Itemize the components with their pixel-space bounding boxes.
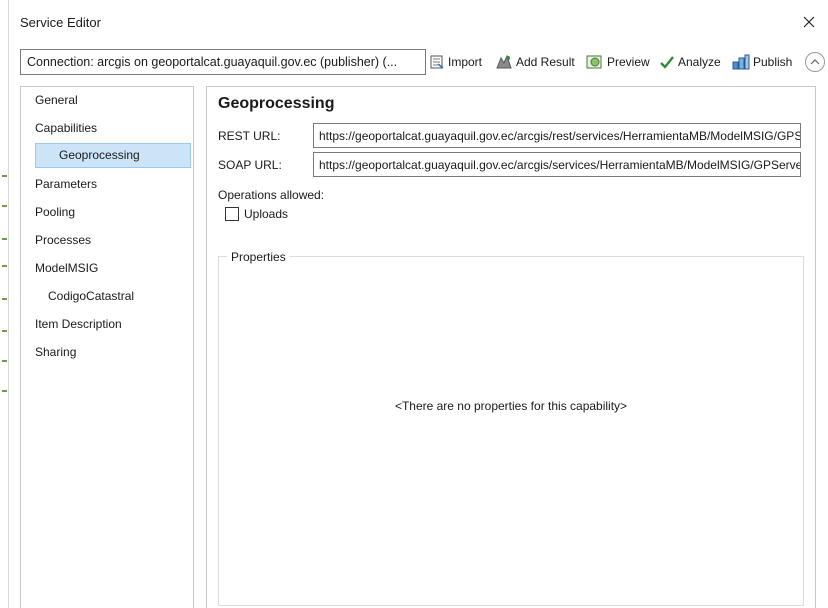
map-tick [2, 175, 7, 177]
content-panel: Geoprocessing REST URL: https://geoporta… [206, 86, 816, 608]
uploads-checkbox-row[interactable]: Uploads [225, 207, 288, 221]
import-icon [430, 55, 444, 69]
uploads-checkbox[interactable] [225, 207, 239, 221]
map-tick [2, 238, 7, 240]
nav-item-item-description[interactable]: Item Description [21, 312, 193, 337]
import-label: Import [448, 55, 483, 69]
nav-item-processes[interactable]: Processes [21, 228, 193, 253]
publish-button[interactable]: Publish [732, 51, 792, 73]
collapse-button[interactable] [805, 52, 825, 72]
map-tick [2, 330, 7, 332]
close-button[interactable] [798, 11, 820, 33]
properties-empty-message: <There are no properties for this capabi… [394, 399, 628, 413]
soap-url-field[interactable]: https://geoportalcat.guayaquil.gov.ec/ar… [313, 152, 801, 177]
add-result-button[interactable]: Add Result [495, 51, 575, 73]
nav-item-pooling[interactable]: Pooling [21, 200, 193, 225]
map-tick [2, 298, 7, 300]
service-editor-window: Service Editor Connection: arcgis on geo… [9, 0, 828, 608]
uploads-label: Uploads [244, 207, 289, 221]
nav-item-codigocatastral[interactable]: CodigoCatastral [21, 284, 193, 309]
rest-url-label: REST URL: [218, 129, 281, 143]
publish-label: Publish [753, 55, 793, 69]
soap-url-label: SOAP URL: [218, 158, 282, 172]
preview-label: Preview [607, 55, 650, 69]
nav-item-sharing[interactable]: Sharing [21, 340, 193, 365]
background-window-edge [0, 0, 9, 608]
properties-legend: Properties [227, 250, 290, 264]
nav-item-modelmsig[interactable]: ModelMSIG [21, 256, 193, 281]
map-tick [2, 265, 7, 267]
nav-item-general[interactable]: General [21, 88, 193, 113]
toolbar: Connection: arcgis on geoportalcat.guaya… [9, 47, 828, 77]
nav-item-parameters[interactable]: Parameters [21, 172, 193, 197]
properties-group: Properties <There are no properties for … [218, 250, 804, 606]
rest-url-field[interactable]: https://geoportalcat.guayaquil.gov.ec/ar… [313, 123, 801, 148]
publish-icon [732, 54, 750, 70]
preview-icon [586, 55, 602, 69]
map-tick [2, 360, 7, 362]
map-tick [2, 205, 7, 207]
sidebar-nav: General Capabilities Geoprocessing Param… [20, 86, 194, 608]
import-button[interactable]: Import [429, 51, 482, 73]
preview-button[interactable]: Preview [586, 51, 650, 73]
close-icon [803, 16, 815, 28]
chevron-up-icon [810, 59, 820, 65]
nav-item-capabilities[interactable]: Capabilities [21, 116, 193, 141]
analyze-label: Analyze [678, 55, 721, 69]
connection-field[interactable]: Connection: arcgis on geoportalcat.guaya… [20, 49, 426, 75]
nav-item-geoprocessing[interactable]: Geoprocessing [35, 143, 191, 168]
checkmark-icon [660, 56, 674, 69]
map-tick [2, 390, 7, 392]
title-bar: Service Editor [9, 0, 828, 44]
page-title: Geoprocessing [218, 95, 335, 112]
add-result-label: Add Result [516, 55, 575, 69]
add-result-icon [496, 54, 512, 69]
window-title: Service Editor [20, 15, 101, 30]
analyze-button[interactable]: Analyze [659, 51, 721, 73]
operations-allowed-label: Operations allowed: [218, 188, 325, 202]
